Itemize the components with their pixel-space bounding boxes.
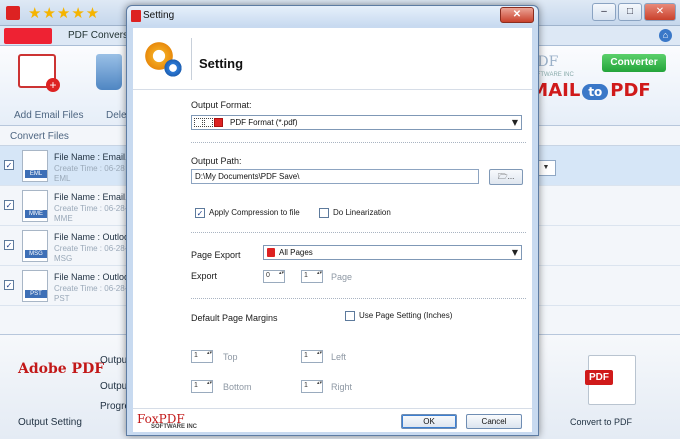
divider [191, 232, 526, 233]
file-checkbox[interactable]: ✓ [4, 240, 14, 250]
margin-right-spinner[interactable]: 1 [301, 380, 323, 393]
folder-icon: 🗁 [497, 172, 508, 181]
minimize-button[interactable]: – [592, 3, 616, 21]
convert-to-pdf-label[interactable]: Convert to PDF [570, 417, 632, 427]
chevron-down-icon: ▼ [511, 248, 518, 257]
export-from-spinner[interactable]: 0 [263, 270, 285, 283]
home-icon[interactable]: ⌂ [659, 29, 672, 42]
output-format-value: PDF Format (*.pdf) [230, 118, 298, 127]
dialog-title: Setting [143, 10, 175, 21]
output-format-label: Output Format: [191, 100, 252, 110]
file-ext: EML [54, 174, 71, 183]
pages-icon [267, 248, 275, 257]
output-path-label: Output Path: [191, 156, 242, 166]
add-email-label[interactable]: Add Email Files [14, 110, 83, 121]
dialog-titlebar: Setting ✕ [127, 6, 538, 26]
file-type-icon: MSG [22, 230, 48, 262]
file-badge: MME [25, 210, 47, 218]
file-badge: PST [25, 290, 47, 298]
app-pdf-icon [6, 6, 20, 20]
list-dropdown-arrow[interactable]: ▼ [536, 160, 556, 176]
adobe-pdf-logo: Adobe PDF [18, 361, 105, 377]
page-export-label: Page Export [191, 250, 241, 260]
foxpdf-logo-sub: SOFTWARE INC [151, 424, 197, 430]
delete-icon[interactable] [96, 54, 122, 90]
dialog-close-button[interactable]: ✕ [500, 7, 534, 23]
convert-to-pdf-icon[interactable]: PDF [585, 355, 636, 405]
file-ext: PST [54, 294, 70, 303]
banner-pdf: PDF [610, 80, 651, 101]
output-setting-label[interactable]: Output Setting [18, 417, 82, 428]
do-linearization-label: Do Linearization [333, 208, 391, 217]
file-badge: EML [25, 170, 47, 178]
foxpdf-logo: FoxPDF SOFTWARE INC [137, 412, 207, 432]
header-divider [191, 38, 192, 80]
ok-button[interactable]: OK [401, 414, 457, 429]
browse-folder-button[interactable]: 🗁... [489, 169, 523, 185]
browse-label: ... [507, 172, 515, 181]
gear-small-icon [163, 58, 183, 78]
dialog-pdf-icon [131, 10, 141, 22]
file-type-icon: PST [22, 270, 48, 302]
page-label: Page [331, 272, 353, 282]
margin-bottom-label: Bottom [223, 382, 252, 392]
export-label: Export [191, 271, 218, 281]
converter-badge: Converter [602, 54, 666, 72]
apply-compression-checkbox[interactable]: ✓ [195, 208, 205, 218]
page-export-select[interactable]: All Pages ▼ [263, 245, 522, 260]
quick-access-toolbar[interactable] [4, 28, 52, 44]
file-ext: MSG [54, 254, 73, 263]
file-time: Create Time : 06-28-2 [54, 204, 132, 213]
divider [191, 142, 526, 143]
margins-label: Default Page Margins [191, 313, 278, 323]
margin-right-label: Right [331, 382, 353, 392]
dialog-header: Setting [133, 28, 532, 90]
margin-top-label: Top [223, 352, 238, 362]
convert-badge: PDF [585, 370, 613, 385]
use-page-setting-checkbox[interactable] [345, 311, 355, 321]
file-ext: MME [54, 214, 73, 223]
margin-left-spinner[interactable]: 1 [301, 350, 323, 363]
file-time: Create Time : 06-28-2 [54, 284, 132, 293]
setting-dialog: Setting ✕ Setting Output Format: PDF For… [126, 5, 539, 436]
apply-compression-label: Apply Compression to file [209, 208, 300, 217]
cancel-button[interactable]: Cancel [466, 414, 522, 429]
file-checkbox[interactable]: ✓ [4, 280, 14, 290]
divider [191, 298, 526, 299]
close-button[interactable]: ✕ [644, 3, 676, 21]
chevron-down-icon: ▼ [511, 118, 518, 127]
export-to-spinner[interactable]: 1 [301, 270, 323, 283]
margin-left-label: Left [331, 352, 347, 362]
file-type-icon: EML [22, 150, 48, 182]
dialog-heading: Setting [199, 56, 244, 71]
page-export-value: All Pages [279, 248, 313, 257]
do-linearization-checkbox[interactable] [319, 208, 329, 218]
file-badge: MSG [25, 250, 47, 258]
file-checkbox[interactable]: ✓ [4, 160, 14, 170]
file-time: Create Time : 06-28 [54, 164, 125, 173]
output-format-select[interactable]: PDF Format (*.pdf) ▼ [191, 115, 522, 130]
rating-stars[interactable]: ★★★★★ [28, 4, 100, 22]
banner-to: to [582, 84, 609, 100]
file-checkbox[interactable]: ✓ [4, 200, 14, 210]
window-controls: – □ ✕ [592, 3, 676, 21]
file-time: Create Time : 06-28-2 [54, 244, 132, 253]
brand-banner: PDF SOFTWARE INC Converter EMAIL to PDF [518, 52, 666, 112]
dialog-body: Setting Output Format: PDF Format (*.pdf… [133, 28, 532, 432]
margin-top-spinner[interactable]: 1 [191, 350, 213, 363]
use-page-setting-label: Use Page Setting (Inches) [359, 311, 453, 320]
margin-bottom-spinner[interactable]: 1 [191, 380, 213, 393]
file-type-icon: MME [22, 190, 48, 222]
format-icons [194, 118, 226, 128]
add-email-icon[interactable] [18, 54, 60, 92]
maximize-button[interactable]: □ [618, 3, 642, 21]
output-path-input[interactable]: D:\My Documents\PDF Save\ [191, 169, 479, 184]
